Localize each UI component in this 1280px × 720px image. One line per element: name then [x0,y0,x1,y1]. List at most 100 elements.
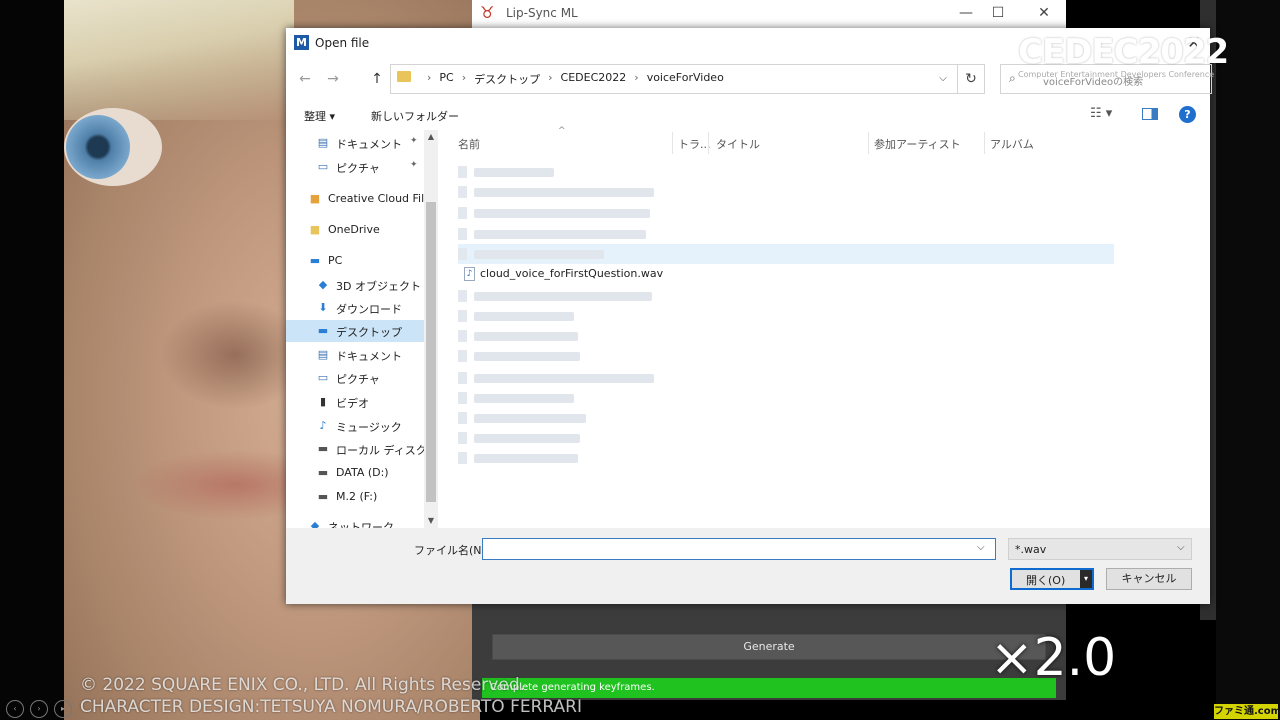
blurred-file-row[interactable] [458,306,1114,326]
blurred-file-row[interactable] [458,182,1114,202]
folder-icon [397,71,411,82]
lip-sync-ml-titlebar: ♉ Lip-Sync ML — ☐ ✕ [472,0,1066,28]
help-icon[interactable]: ? [1179,106,1196,123]
column-title[interactable]: タイトル [716,136,760,152]
filetype-dropdown-icon: ⌵ [1177,542,1185,553]
cube-icon: ◆ [318,278,328,291]
nav-item-picture[interactable]: ▭ ピクチャ [286,367,424,389]
player-play-icon[interactable]: ▸ [54,700,72,718]
nav-item-label: デスクトップ [336,326,402,339]
column-name[interactable]: 名前 [458,136,480,152]
character-eye [66,115,130,179]
column-divider [984,132,985,154]
address-bar[interactable]: › PC › デスクトップ › CEDEC2022 › voiceForVideo ⌵ [390,64,958,94]
close-icon[interactable]: ✕ [1024,2,1064,24]
organize-button[interactable]: 整理 ▾ [304,108,335,124]
breadcrumb-item[interactable]: PC [439,71,453,87]
dialog-footer: ファイル名(N): ⌵ *.wav ⌵ 開く(O) ▾ キャンセル [286,528,1210,604]
nav-item-pc[interactable]: ▬ PC [286,250,424,272]
refresh-icon[interactable]: ↻ [958,64,985,94]
blurred-file-row[interactable] [458,162,1114,182]
column-track[interactable]: トラ... [678,136,711,152]
open-button[interactable]: 開く(O) ▾ [1010,568,1094,590]
up-arrow-icon[interactable]: ↑ [366,68,388,90]
filename-dropdown-icon[interactable]: ⌵ [977,542,985,553]
document-icon: ▤ [317,136,329,149]
cancel-button[interactable]: キャンセル [1106,568,1192,590]
blurred-file-row[interactable] [458,368,1114,388]
dialog-title: Open file [315,36,370,50]
blurred-file-row[interactable] [458,428,1114,448]
address-dropdown-icon[interactable]: ⌵ [935,71,951,87]
disk-icon: ▬ [317,490,329,503]
blurred-file-row[interactable] [458,346,1114,366]
nav-item-label: ローカル ディスク (C:) [336,444,424,457]
column-divider [868,132,869,154]
nav-item-cube[interactable]: ◆ 3D オブジェクト [286,274,424,296]
blurred-file-row[interactable] [458,244,1114,264]
nav-item-music[interactable]: ♪ ミュージック [286,415,424,437]
back-arrow-icon[interactable]: ← [294,68,316,90]
blurred-file-row[interactable] [458,388,1114,408]
nav-item-disk[interactable]: ▬ DATA (D:) [286,462,424,484]
breadcrumb-separator-icon[interactable]: › [454,71,474,87]
new-folder-button[interactable]: 新しいフォルダー [371,108,459,124]
nav-item-document[interactable]: ▤ ドキュメント [286,344,424,366]
nav-item-label: ピクチャ [336,373,380,386]
player-next-icon[interactable]: › [30,700,48,718]
file-list: 名前 ^ トラ... タイトル 参加アーティスト アルバム ♪ cloud_vo… [438,126,1210,528]
disk-icon: ▬ [317,442,329,455]
blurred-file-row[interactable] [458,326,1114,346]
view-options-icon[interactable]: ☷ ▾ [1090,106,1112,121]
nav-item-video[interactable]: ▮ ビデオ [286,391,424,413]
desktop-icon: ▬ [317,324,329,337]
blurred-file-row[interactable] [458,286,1114,306]
forward-arrow-icon[interactable]: → [322,68,344,90]
nav-item-label: ミュージック [336,421,402,434]
nav-item-label: DATA (D:) [336,466,389,479]
nav-item-document[interactable]: ▤ ドキュメント ✦ [286,132,424,154]
document-icon: ▤ [317,348,329,361]
player-prev-icon[interactable]: ‹ [6,700,24,718]
nav-item-disk[interactable]: ▬ ローカル ディスク (C:) [286,438,424,460]
blurred-file-row[interactable] [458,224,1114,244]
blurred-file-row[interactable] [458,203,1114,223]
file-name: cloud_voice_forFirstQuestion.wav [480,267,664,280]
column-artist[interactable]: 参加アーティスト [874,136,961,152]
file-row-cloud-voice[interactable]: ♪ cloud_voice_forFirstQuestion.wav [458,264,1114,284]
generate-button[interactable]: Generate [492,634,1046,660]
preview-pane-icon[interactable] [1142,108,1158,120]
breadcrumb-item[interactable]: voiceForVideo [647,71,724,87]
blurred-file-row[interactable] [458,448,1114,468]
onedrive-icon: ■ [309,223,321,236]
column-divider [708,132,709,154]
breadcrumb-item[interactable]: デスクトップ [474,71,540,87]
breadcrumb-item[interactable]: CEDEC2022 [561,71,627,87]
column-album[interactable]: アルバム [990,136,1034,152]
blurred-file-row[interactable] [458,408,1114,428]
nav-item-label: ドキュメント [336,350,402,363]
filetype-select[interactable]: *.wav ⌵ [1008,538,1192,560]
nav-item-desktop[interactable]: ▬ デスクトップ [286,320,424,342]
nav-item-label: ダウンロード [336,303,402,316]
scrollbar-thumb[interactable] [426,202,436,502]
nav-item-creative-cloud[interactable]: ■ Creative Cloud Files [286,188,424,210]
breadcrumb-separator-icon[interactable]: › [626,71,646,87]
scroll-down-icon[interactable]: ▼ [424,514,438,528]
nav-item-onedrive[interactable]: ■ OneDrive [286,219,424,241]
column-divider [672,132,673,154]
video-letterbox-left [0,0,64,720]
breadcrumb-separator-icon[interactable]: › [419,71,439,87]
scroll-up-icon[interactable]: ▲ [424,130,438,144]
nav-item-download[interactable]: ⬇ ダウンロード [286,297,424,319]
navigation-scrollbar[interactable]: ▲ ▼ [424,130,438,528]
open-split-dropdown-icon[interactable]: ▾ [1080,570,1092,588]
nav-item-picture[interactable]: ▭ ピクチャ ✦ [286,156,424,178]
famitsu-watermark: ファミ通.com [1214,704,1280,719]
pc-icon: ▬ [309,254,321,267]
nav-item-disk[interactable]: ▬ M.2 (F:) [286,486,424,508]
maximize-icon[interactable]: ☐ [978,2,1018,24]
character-hair [64,0,294,120]
filename-input[interactable]: ⌵ [482,538,996,560]
breadcrumb-separator-icon[interactable]: › [540,71,560,87]
